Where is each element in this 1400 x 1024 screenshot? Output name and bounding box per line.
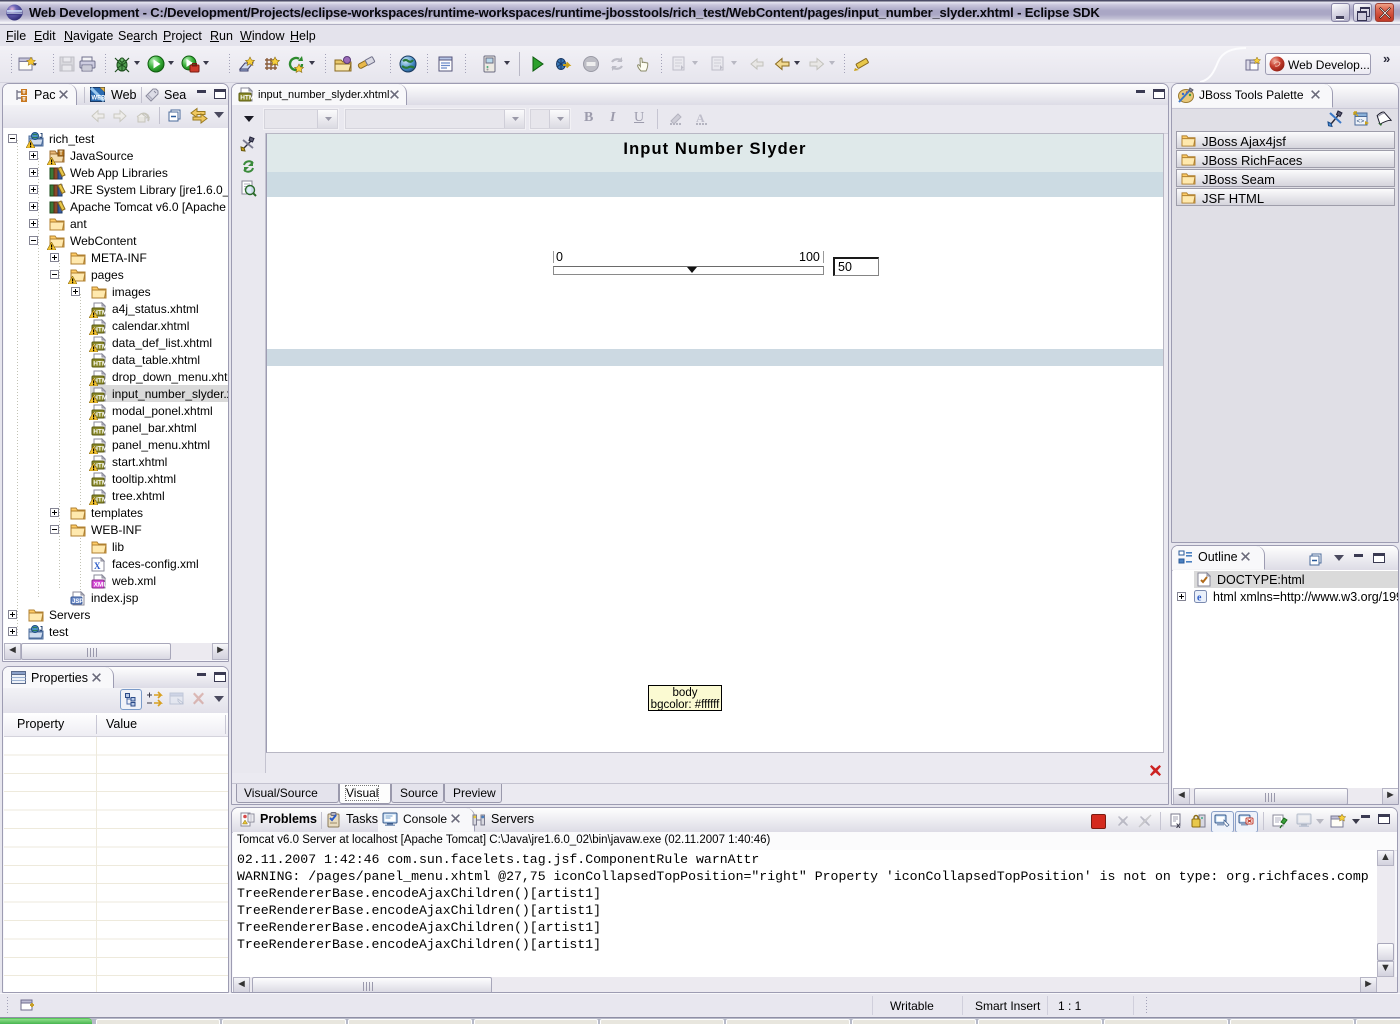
svg-text:X: X — [94, 561, 101, 571]
svg-text:J: J — [39, 133, 43, 141]
svg-text:JSP: JSP — [72, 599, 83, 605]
svg-text:XML: XML — [94, 582, 107, 589]
svg-text:HTM: HTM — [240, 95, 254, 102]
svg-text:HTM: HTM — [93, 480, 107, 487]
svg-text:HTM: HTM — [93, 361, 107, 368]
svg-text:e: e — [1197, 593, 1202, 604]
svg-text:A: A — [696, 111, 705, 125]
svg-text:x: x — [1176, 821, 1181, 829]
svg-text:<>: <> — [1357, 118, 1365, 125]
svg-text:WEB: WEB — [92, 96, 107, 102]
svg-text:HTM: HTM — [93, 429, 107, 436]
svg-text:J: J — [39, 626, 43, 634]
